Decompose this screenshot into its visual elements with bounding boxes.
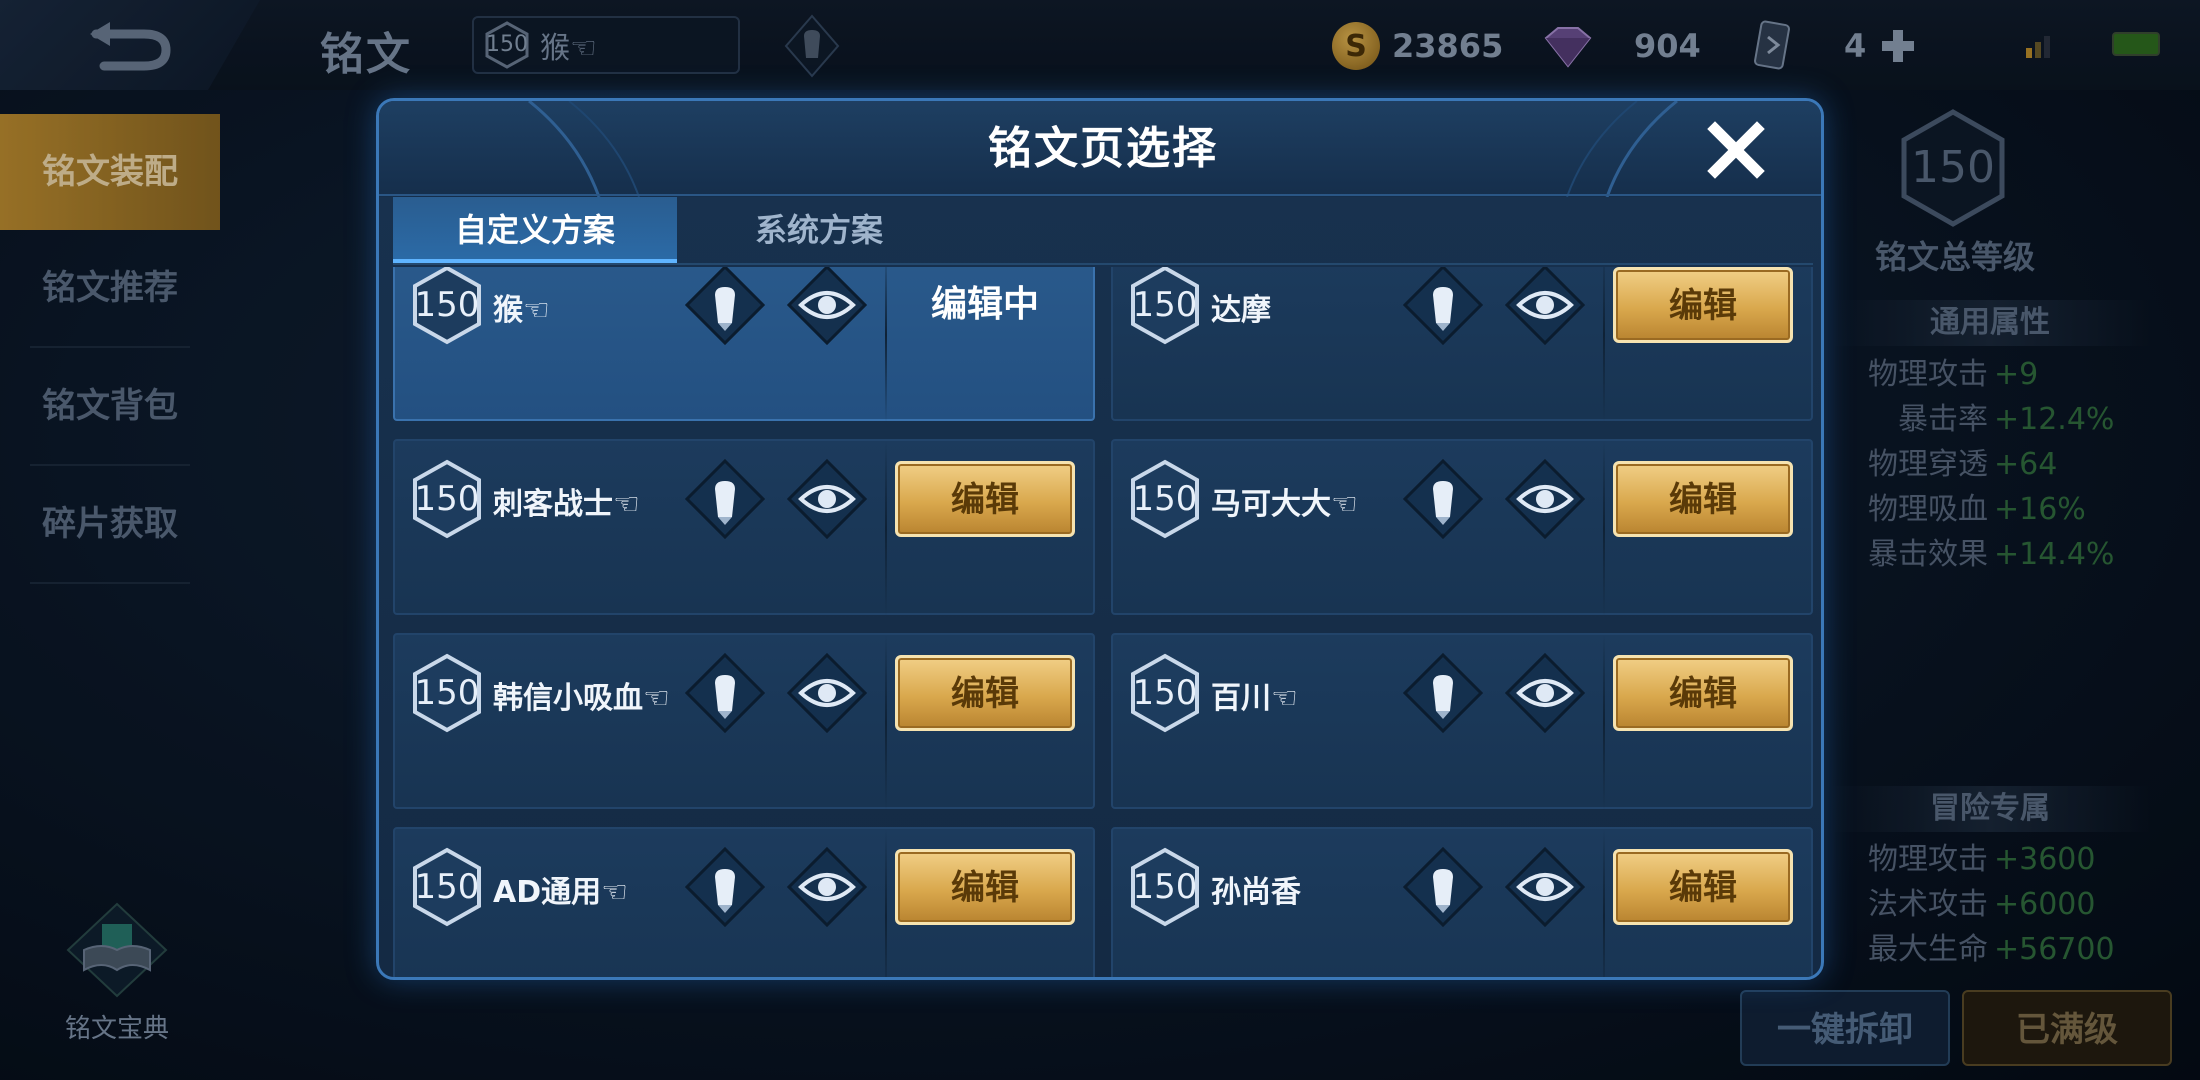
inscription-page-slot[interactable]: 150 猴☜ 编辑中	[393, 267, 1095, 423]
inscription-page-slot[interactable]: 150 达摩 编辑	[1111, 267, 1813, 423]
preview-eye-icon[interactable]	[1504, 652, 1586, 734]
edit-button[interactable]: 编辑	[895, 655, 1075, 731]
inscription-page-list[interactable]: 150 猴☜ 编辑中 150 达摩 编辑 150 刺客战士☜ 编辑 150 马可…	[393, 267, 1813, 977]
inscription-page-slot[interactable]: 150 韩信小吸血☜ 编辑	[393, 633, 1095, 811]
edit-button[interactable]: 编辑	[895, 849, 1075, 925]
rename-icon[interactable]	[1402, 846, 1484, 928]
tab-system-scheme[interactable]: 系统方案	[677, 197, 961, 263]
page-name: 刺客战士☜	[493, 487, 640, 522]
preview-eye-icon[interactable]	[1504, 846, 1586, 928]
level-hex-icon: 150	[411, 653, 483, 733]
tab-custom-scheme[interactable]: 自定义方案	[393, 197, 677, 263]
preview-eye-icon[interactable]	[786, 267, 868, 346]
preview-eye-icon[interactable]	[786, 652, 868, 734]
rename-icon[interactable]	[684, 652, 766, 734]
level-hex-icon: 150	[1129, 847, 1201, 927]
rename-icon[interactable]	[684, 846, 766, 928]
level-hex-icon: 150	[1129, 267, 1201, 345]
inscription-page-slot[interactable]: 150 刺客战士☜ 编辑	[393, 439, 1095, 617]
edit-button[interactable]: 编辑	[1613, 655, 1793, 731]
preview-eye-icon[interactable]	[786, 846, 868, 928]
dialog-header: 铭文页选择	[379, 101, 1821, 197]
page-name: 马可大大☜	[1211, 487, 1358, 522]
preview-eye-icon[interactable]	[1504, 267, 1586, 346]
edit-button[interactable]: 编辑	[1613, 267, 1793, 343]
page-name: 孙尚香	[1211, 875, 1301, 910]
inscription-page-slot[interactable]: 150 百川☜ 编辑	[1111, 633, 1813, 811]
page-name: AD通用☜	[493, 875, 629, 910]
rename-icon[interactable]	[684, 458, 766, 540]
inscription-screen: 铭文 150 猴☜ S 23865 904 4 铭文装配 铭文推荐 铭文背包 碎…	[0, 0, 2200, 1080]
page-name: 韩信小吸血☜	[493, 681, 670, 716]
level-hex-icon: 150	[411, 847, 483, 927]
level-hex-icon: 150	[411, 267, 483, 345]
scheme-tabs: 自定义方案 系统方案	[393, 197, 1813, 265]
inscription-page-select-dialog: 铭文页选择 自定义方案 系统方案 150 猴☜ 编辑中 150 达摩 编辑 15…	[376, 98, 1824, 980]
rename-icon[interactable]	[1402, 458, 1484, 540]
inscription-page-slot[interactable]: 150 孙尚香 编辑	[1111, 827, 1813, 977]
rename-icon[interactable]	[1402, 267, 1484, 346]
rename-icon[interactable]	[684, 267, 766, 346]
close-icon	[1707, 121, 1765, 179]
editing-status: 编辑中	[930, 284, 1039, 325]
edit-button[interactable]: 编辑	[1613, 461, 1793, 537]
edit-button[interactable]: 编辑	[895, 461, 1075, 537]
page-name: 百川☜	[1211, 681, 1298, 716]
preview-eye-icon[interactable]	[786, 458, 868, 540]
inscription-page-slot[interactable]: 150 AD通用☜ 编辑	[393, 827, 1095, 977]
edit-button[interactable]: 编辑	[1613, 849, 1793, 925]
dialog-title: 铭文页选择	[988, 123, 1218, 174]
page-name: 猴☜	[493, 293, 550, 328]
level-hex-icon: 150	[411, 459, 483, 539]
level-hex-icon: 150	[1129, 459, 1201, 539]
close-button[interactable]	[1705, 119, 1767, 181]
page-name: 达摩	[1211, 293, 1271, 328]
inscription-page-slot[interactable]: 150 马可大大☜ 编辑	[1111, 439, 1813, 617]
level-hex-icon: 150	[1129, 653, 1201, 733]
rename-icon[interactable]	[1402, 652, 1484, 734]
preview-eye-icon[interactable]	[1504, 458, 1586, 540]
